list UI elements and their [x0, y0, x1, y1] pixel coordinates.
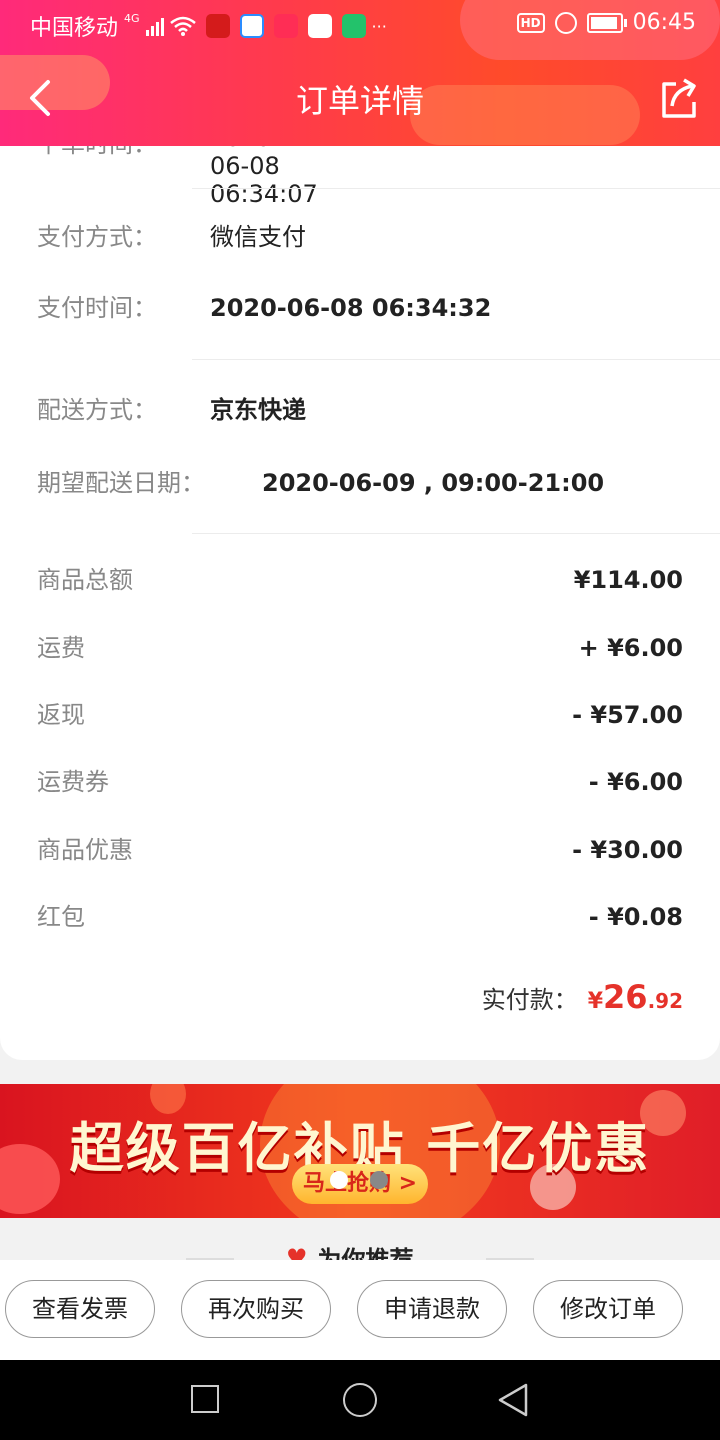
row-value: 2020-06-09 , 09:00-21:00 [262, 469, 605, 497]
home-icon[interactable] [343, 1383, 377, 1417]
alarm-icon [554, 11, 577, 34]
battery-icon [586, 12, 627, 33]
recommend-title: 为你推荐 [317, 1246, 414, 1260]
system-nav-bar [0, 1360, 720, 1440]
amount-row: 运费 + ¥6.00 [37, 630, 683, 666]
expected-delivery-row: 期望配送日期： 2020-06-09 , 09:00-21:00 [37, 465, 683, 501]
app-notification-icon [341, 14, 366, 38]
amount-label: 商品总额 [37, 566, 133, 594]
amount-row: 运费券 - ¥6.00 [37, 764, 683, 800]
amount-label: 红包 [37, 903, 85, 931]
order-time-row: 下单时间： 2020-06-08 06:34:07 [37, 146, 318, 208]
row-label: 支付时间： [37, 294, 157, 322]
recommend-heading: ♥ 为你推荐 [286, 1240, 414, 1261]
total-decimal: .92 [647, 989, 683, 1013]
pager-dot [370, 1171, 388, 1189]
nav-bar: 订单详情 [0, 50, 720, 146]
recent-apps-icon[interactable] [191, 1385, 219, 1413]
order-detail-card: 下单时间： 2020-06-08 06:34:07 支付方式： 微信支付 支付时… [0, 146, 720, 1060]
delivery-method-row: 配送方式： 京东快递 [37, 392, 683, 428]
divider [192, 359, 720, 360]
amount-value: - ¥0.08 [588, 903, 683, 931]
bottom-action-bar: 查看发票 再次购买 申请退款 修改订单 [0, 1260, 720, 1360]
amount-value: - ¥57.00 [572, 701, 683, 729]
amount-label: 运费 [37, 634, 85, 662]
signal-icon [145, 16, 164, 36]
amount-row: 红包 - ¥0.08 [37, 899, 683, 935]
request-refund-button[interactable]: 申请退款 [357, 1280, 507, 1338]
amount-row: 返现 - ¥57.00 [37, 697, 683, 733]
total-integer: 26 [603, 978, 648, 1016]
payment-method-row: 支付方式： 微信支付 [37, 219, 683, 255]
app-notification-icon [205, 14, 230, 38]
row-value: 微信支付 [210, 223, 306, 251]
hd-badge: HD [516, 12, 545, 33]
payment-time-row: 支付时间： 2020-06-08 06:34:32 [37, 290, 683, 326]
amount-value: ¥114.00 [573, 566, 683, 594]
row-label: 配送方式： [37, 396, 157, 424]
app-notification-icon [273, 14, 298, 38]
pager-dot-active [330, 1171, 348, 1189]
row-label: 支付方式： [37, 223, 157, 251]
status-bar: 中国移动 4G ··· HD 06:45 [0, 0, 720, 50]
amount-label: 运费券 [37, 768, 109, 796]
amount-row: 商品总额 ¥114.00 [37, 562, 683, 598]
total-label: 实付款： [481, 986, 578, 1014]
amount-value: + ¥6.00 [578, 634, 683, 662]
app-notification-icon [307, 14, 332, 38]
buy-again-button[interactable]: 再次购买 [181, 1280, 331, 1338]
more-notifications-icon: ··· [371, 16, 387, 36]
wifi-icon [169, 16, 196, 36]
amount-row: 商品优惠 - ¥30.00 [37, 832, 683, 868]
row-value: 2020-06-08 06:34:32 [210, 294, 492, 322]
share-icon[interactable] [658, 74, 700, 122]
heart-icon: ♥ [286, 1243, 308, 1261]
order-time-label: 下单时间： [37, 146, 157, 158]
total-paid: 实付款： ¥ 26 .92 [482, 978, 683, 1018]
amount-label: 商品优惠 [37, 836, 133, 864]
amount-value: - ¥30.00 [572, 836, 683, 864]
status-time: 06:45 [632, 10, 696, 35]
back-triangle-icon[interactable] [496, 1382, 530, 1418]
amount-value: - ¥6.00 [588, 768, 683, 796]
view-invoice-button[interactable]: 查看发票 [5, 1280, 155, 1338]
divider [192, 188, 720, 189]
page-title: 订单详情 [295, 82, 424, 120]
recommend-section: ♥ 为你推荐 [0, 1218, 720, 1260]
promo-banner[interactable]: 超级百亿补贴 千亿优惠 马上抢购 > [0, 1084, 720, 1218]
amount-label: 返现 [37, 701, 85, 729]
row-value: 京东快递 [210, 396, 306, 424]
row-label: 期望配送日期： [37, 469, 205, 497]
app-notification-icon [239, 14, 264, 38]
banner-pager [330, 1171, 388, 1189]
total-currency: ¥ [587, 989, 604, 1014]
network-type: 4G [124, 11, 140, 25]
app-header: 中国移动 4G ··· HD 06:45 订单详情 [0, 0, 720, 146]
modify-order-button[interactable]: 修改订单 [533, 1280, 683, 1338]
order-time-value: 2020-06-08 06:34:07 [210, 146, 318, 208]
carrier-name: 中国移动 [30, 16, 119, 41]
divider [192, 533, 720, 534]
